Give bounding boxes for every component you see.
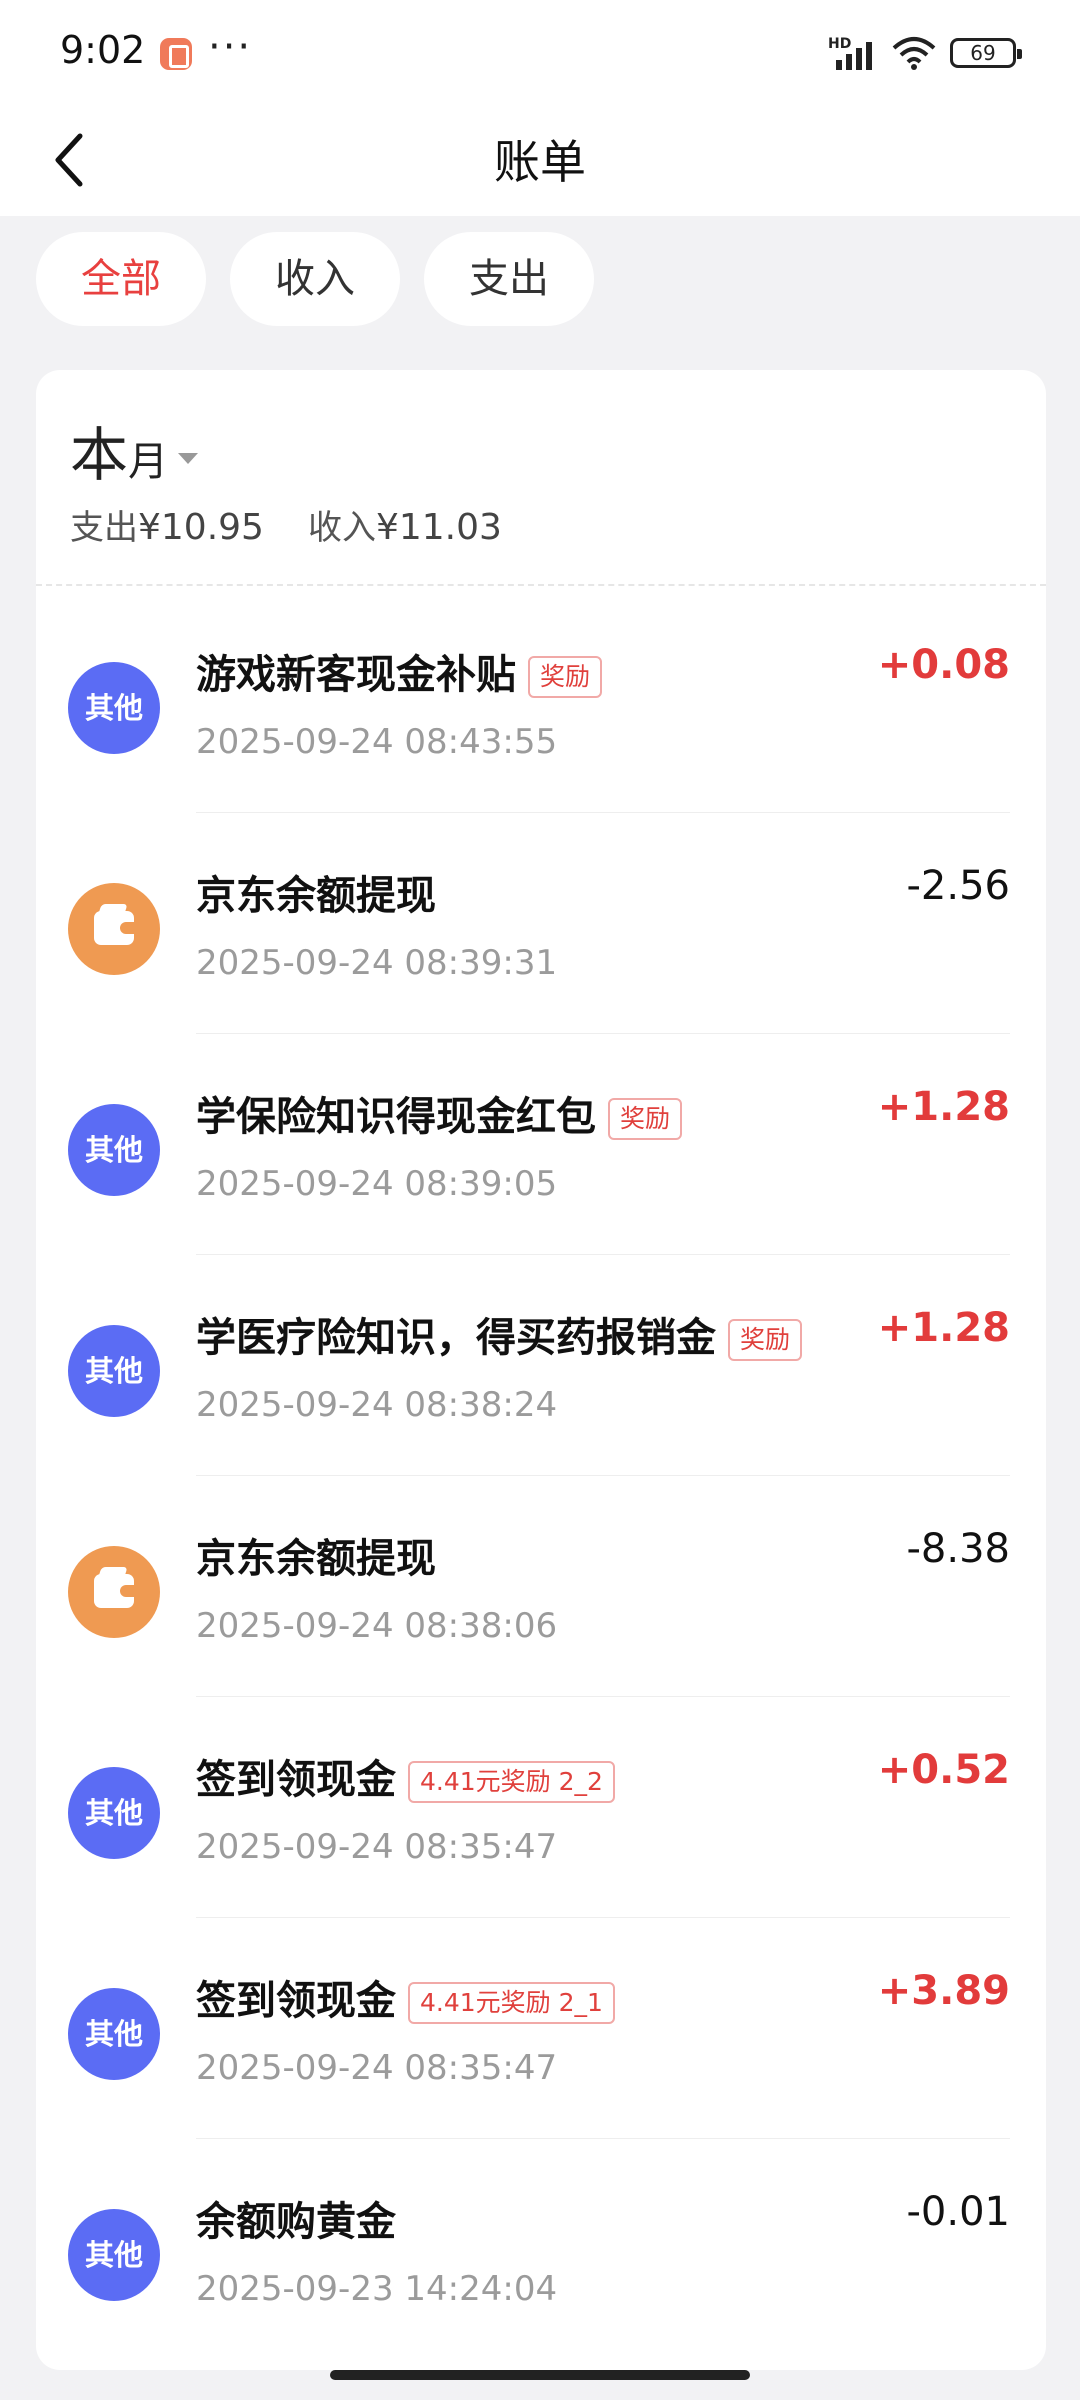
- wallet-icon: [68, 883, 160, 975]
- expense-total: ¥10.95: [138, 507, 264, 548]
- category-avatar: 其他: [68, 1988, 160, 2080]
- reward-badge: 4.41元奖励 2_1: [408, 1982, 615, 2024]
- transaction-amount: +0.08: [877, 642, 1010, 688]
- transaction-row[interactable]: 京东余额提现 2025-09-24 08:39:31 -2.56: [36, 813, 1046, 1034]
- divider: [36, 584, 1046, 586]
- transaction-title-text: 京东余额提现: [196, 1536, 436, 1582]
- transaction-title: 京东余额提现: [196, 863, 436, 921]
- transaction-amount: +3.89: [877, 1968, 1010, 2014]
- transaction-time: 2025-09-24 08:39:31: [196, 943, 558, 983]
- tab-all[interactable]: 全部: [36, 232, 206, 326]
- period-main: 本: [70, 421, 129, 489]
- transaction-title: 学保险知识得现金红包 奖励: [196, 1084, 683, 1142]
- transaction-title-text: 余额购黄金: [196, 2199, 396, 2245]
- transaction-amount: +0.52: [877, 1747, 1010, 1793]
- wifi-icon: [892, 37, 936, 70]
- transaction-title: 签到领现金 4.41元奖励 2_1: [196, 1968, 615, 2026]
- transaction-time: 2025-09-24 08:35:47: [196, 1827, 558, 1867]
- signal-icon: [836, 42, 872, 70]
- caret-down-icon: [178, 453, 199, 465]
- app-notification-icon: [160, 38, 192, 70]
- home-indicator[interactable]: [330, 2370, 750, 2380]
- page-title: 账单: [494, 135, 586, 189]
- transaction-title-text: 游戏新客现金补贴: [196, 652, 516, 698]
- transaction-row[interactable]: 其他 签到领现金 4.41元奖励 2_2 2025-09-24 08:35:47 +0.…: [36, 1697, 1046, 1918]
- tab-income[interactable]: 收入: [230, 232, 400, 326]
- transaction-time: 2025-09-24 08:38:06: [196, 1606, 558, 1646]
- category-avatar: 其他: [68, 1104, 160, 1196]
- expense-label: 支出: [70, 508, 138, 548]
- transaction-time: 2025-09-24 08:35:47: [196, 2048, 558, 2088]
- transaction-title: 学医疗险知识，得买药报销金 奖励: [196, 1305, 803, 1363]
- transaction-time: 2025-09-24 08:39:05: [196, 1164, 558, 1204]
- transaction-amount: -0.01: [906, 2189, 1011, 2235]
- transaction-row[interactable]: 其他 学医疗险知识，得买药报销金 奖励 2025-09-24 08:38:24 +1.2…: [36, 1255, 1046, 1476]
- transaction-row[interactable]: 其他 余额购黄金 2025-09-23 14:24:04 -0.01: [36, 2139, 1046, 2360]
- transaction-title-text: 签到领现金: [196, 1978, 396, 2024]
- wallet-glyph: [94, 1574, 134, 1608]
- category-avatar: 其他: [68, 1325, 160, 1417]
- transaction-amount: -2.56: [906, 863, 1011, 909]
- transaction-amount: +1.28: [877, 1084, 1010, 1130]
- transaction-row[interactable]: 其他 游戏新客现金补贴 奖励 2025-09-24 08:43:55 +0.08: [36, 592, 1046, 813]
- transaction-time: 2025-09-24 08:38:24: [196, 1385, 558, 1425]
- battery-icon: 69: [950, 38, 1022, 68]
- wallet-glyph: [94, 911, 134, 945]
- transaction-row[interactable]: 其他 学保险知识得现金红包 奖励 2025-09-24 08:39:05 +1.28: [36, 1034, 1046, 1255]
- transaction-title-text: 京东余额提现: [196, 873, 436, 919]
- reward-badge: 奖励: [728, 1319, 803, 1361]
- transaction-title: 余额购黄金: [196, 2189, 396, 2247]
- period-sub: 月: [128, 439, 169, 485]
- transaction-title: 京东余额提现: [196, 1526, 436, 1584]
- more-notifications-icon: ···: [208, 24, 253, 70]
- income-total: ¥11.03: [375, 507, 502, 548]
- tab-expense[interactable]: 支出: [424, 232, 594, 326]
- transaction-row[interactable]: 京东余额提现 2025-09-24 08:38:06 -8.38: [36, 1476, 1046, 1697]
- category-avatar: 其他: [68, 2209, 160, 2301]
- header: 账单: [0, 104, 1080, 216]
- period-selector[interactable]: 本月: [70, 408, 199, 492]
- transaction-title: 游戏新客现金补贴 奖励: [196, 642, 603, 700]
- transaction-row[interactable]: 其他 签到领现金 4.41元奖励 2_1 2025-09-24 08:35:47 +3.…: [36, 1918, 1046, 2139]
- income-label: 收入: [307, 508, 376, 548]
- transaction-title: 签到领现金 4.41元奖励 2_2: [196, 1747, 615, 1805]
- category-avatar: 其他: [68, 662, 160, 754]
- wallet-icon: [68, 1546, 160, 1638]
- bill-card: 本月 支出¥10.95 收入¥11.03 其他 游戏新客现金补贴 奖励 2025-09-…: [36, 370, 1046, 2370]
- transaction-time: 2025-09-23 14:24:04: [196, 2269, 558, 2309]
- reward-badge: 奖励: [608, 1098, 683, 1140]
- month-summary: 支出¥10.95 收入¥11.03: [70, 500, 502, 549]
- transaction-time: 2025-09-24 08:43:55: [196, 722, 558, 762]
- transaction-amount: +1.28: [877, 1305, 1010, 1351]
- reward-badge: 奖励: [528, 656, 603, 698]
- transaction-title-text: 签到领现金: [196, 1757, 396, 1803]
- transaction-title-text: 学医疗险知识，得买药报销金: [196, 1315, 716, 1361]
- status-bar: 9:02 ··· HD 69: [0, 0, 1080, 104]
- transaction-amount: -8.38: [906, 1526, 1011, 1572]
- transaction-title-text: 学保险知识得现金红包: [196, 1094, 596, 1140]
- reward-badge: 4.41元奖励 2_2: [408, 1761, 615, 1803]
- category-avatar: 其他: [68, 1767, 160, 1859]
- status-time: 9:02: [60, 28, 146, 72]
